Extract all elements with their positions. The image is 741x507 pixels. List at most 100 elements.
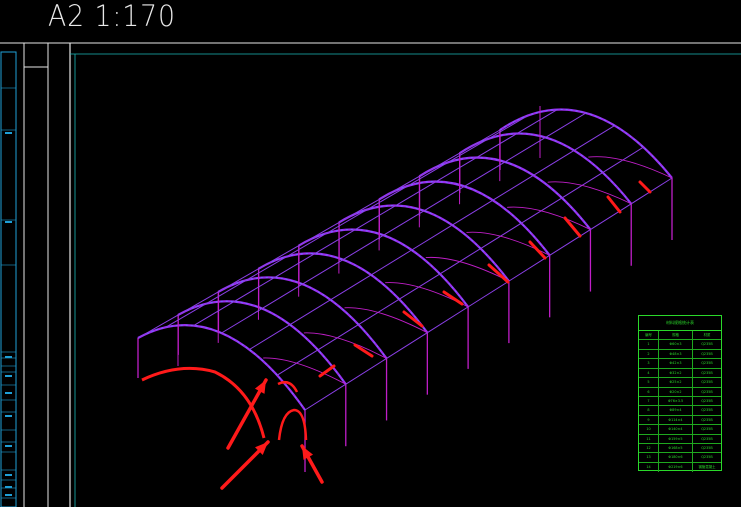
table-row: 1 Φ60×3 Q235B [639,340,721,350]
cell-material: Q235B [701,351,713,356]
markup-slash [638,180,652,194]
side-panel-text-mark [5,375,12,377]
cell-number: 9 [639,415,659,425]
cross-brace [263,357,346,385]
cell-spec: Φ25×2 [659,378,693,387]
cell-material: 钢管混凝土 [698,464,716,469]
table-row: 8 Φ89×4 Q235B [639,406,721,416]
header-cell-spec: 规格 [659,331,693,340]
sheet-scale-label: A2 1:170 [48,0,176,33]
side-panel-text-mark [5,494,12,496]
cell-number: 11 [639,434,659,444]
cell-number: 7 [639,396,659,406]
material-table-title: 材料规格统计表 [639,316,721,331]
table-row: 6 Φ20×2 Q235B [639,387,721,397]
cell-number: 1 [639,340,659,349]
cell-spec: Φ219×6 [659,462,693,473]
table-row: 13 Φ180×6 Q235B [639,453,721,463]
cell-number: 13 [639,453,659,462]
cell-material: Q235B [701,389,713,394]
cell-material: Q235B [701,398,713,403]
cell-material: Q235B [701,427,713,432]
cell-number: 5 [639,378,659,387]
markup-arc-small [277,408,308,441]
side-panel-text-mark [5,132,12,134]
table-row: 11 Φ159×5 Q235B [639,434,721,445]
cell-spec: Φ42×3 [659,359,693,368]
table-row: 5 Φ25×2 Q235B [639,378,721,388]
cell-spec: Φ159×5 [659,434,693,444]
cell-material: Q235B [701,455,713,460]
cell-spec: Φ140×4 [659,425,693,434]
arch-rib [137,324,306,411]
side-panel-text-mark [5,356,12,358]
cell-number: 14 [639,462,659,473]
table-row: 14 Φ219×6 钢管混凝土 [639,462,721,473]
cell-number: 6 [639,387,659,396]
markup-slash [442,290,464,306]
arch-node-strip [499,109,673,179]
cross-brace [385,282,469,308]
cell-spec: Φ60×3 [659,340,693,349]
table-row: 12 Φ168×5 Q235B [639,444,721,454]
cell-material: Q235B [701,361,713,366]
cell-spec: Φ114×4 [659,415,693,425]
header-cell-material: 材质 [703,333,711,337]
cell-spec: Φ89×4 [659,406,693,415]
markup-slash [528,240,547,260]
longitudinal-purlin [249,125,615,350]
table-row: 10 Φ140×4 Q235B [639,425,721,435]
cell-spec: Φ32×2 [659,368,693,378]
markup-arc-large [141,366,266,439]
cell-spec: Φ48×3 [659,349,693,359]
cross-brace [466,231,550,256]
side-panel-frame [0,51,17,507]
markup-slash [606,195,622,214]
cell-number: 12 [639,444,659,453]
cell-spec: Φ180×6 [659,453,693,462]
arch-rib [499,108,673,179]
longitudinal-purlin [193,109,558,326]
cell-material: Q235B [701,446,713,451]
cross-brace [425,256,510,282]
cell-number: 3 [639,359,659,368]
longitudinal-purlin [165,114,529,328]
cell-number: 8 [639,406,659,415]
cad-drawing-canvas[interactable] [0,0,741,507]
material-table-header: 编号 规格 材质 [639,331,721,341]
side-panel-text-mark [5,445,12,447]
cell-spec: Φ20×2 [659,387,693,396]
cross-brace [547,181,632,205]
side-panel-text-mark [5,392,12,394]
side-panel-text-mark [5,486,12,488]
cell-number: 2 [639,349,659,359]
cell-number: 10 [639,425,659,434]
table-row: 7 Φ76×3.5 Q235B [639,396,721,407]
table-row: 2 Φ48×3 Q235B [639,349,721,360]
longitudinal-purlin [221,112,587,334]
cell-number: 4 [639,368,659,378]
material-table-body: 1 Φ60×3 Q235B 2 Φ48×3 Q235B 3 Φ42×3 Q235B 4 Φ32×2 Q… [639,340,721,473]
header-cell-number: 编号 [639,331,659,340]
cross-brace [507,206,591,230]
cell-material: Q235B [701,342,713,347]
cross-brace [588,156,673,179]
arch-rib [459,132,633,205]
cell-spec: Φ168×5 [659,444,693,453]
cell-material: Q235B [701,408,713,413]
side-panel-text-mark [5,415,12,417]
table-row: 3 Φ42×3 Q235B [639,359,721,369]
cell-material: Q235B [701,417,713,422]
cell-material: Q235B [701,436,713,441]
side-panel-text-mark [5,221,12,223]
arch-node-strip [459,133,632,205]
markup-slash [563,216,582,238]
table-row: 9 Φ114×4 Q235B [639,415,721,426]
arch-shed-structure[interactable] [137,106,673,472]
cross-brace [303,332,387,359]
cell-material: Q235B [701,370,713,375]
table-row: 4 Φ32×2 Q235B [639,368,721,379]
title-block-strip [0,51,17,507]
material-table[interactable]: 材料规格统计表 编号 规格 材质 1 Φ60×3 Q235B 2 Φ48×3 Q235B 3… [638,315,722,473]
arch-node-strip [137,324,306,411]
